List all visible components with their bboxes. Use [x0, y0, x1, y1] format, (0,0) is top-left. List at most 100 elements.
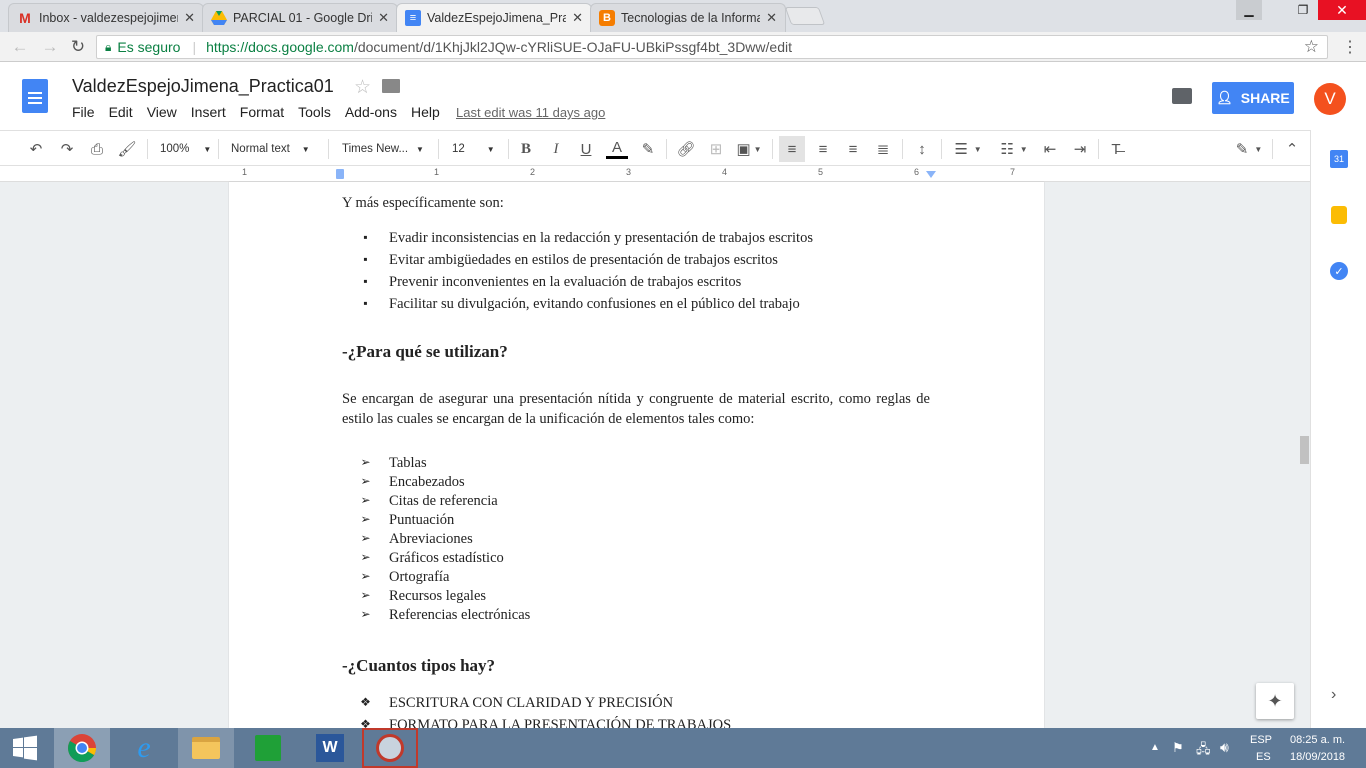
close-icon[interactable]: ✕	[766, 10, 777, 26]
comments-icon[interactable]	[1172, 88, 1192, 104]
flag-icon[interactable]: ⚑	[1172, 740, 1184, 756]
align-center-icon[interactable]: ≡	[813, 139, 833, 159]
bookmark-star-icon[interactable]: ☆	[1304, 37, 1319, 57]
menu-file[interactable]: File	[72, 104, 95, 120]
taskbar-chrome[interactable]	[54, 728, 110, 768]
gmail-icon: M	[19, 10, 31, 26]
collapse-menu-icon[interactable]: ⌃	[1282, 139, 1302, 159]
menu-tools[interactable]: Tools	[298, 104, 331, 120]
menu-addons[interactable]: Add-ons	[345, 104, 397, 120]
close-icon[interactable]: ✕	[378, 10, 389, 26]
ruler-area[interactable]: 1 1 2 3 4 5 6 7	[228, 166, 1044, 181]
close-window-button[interactable]: ✕	[1318, 0, 1366, 20]
browser-tabstrip: M Inbox - valdezespejojimena ✕ PARCIAL 0…	[0, 0, 1366, 32]
folder-icon[interactable]	[382, 79, 400, 93]
style-select[interactable]: Normal text ▼	[231, 139, 317, 159]
align-right-icon[interactable]: ≡	[843, 139, 863, 159]
show-hidden-icons[interactable]: ▲	[1150, 742, 1160, 753]
snipping-tool-icon	[376, 734, 404, 762]
reload-icon[interactable]: ↻	[68, 37, 88, 57]
taskbar-store[interactable]	[240, 728, 296, 768]
menu-insert[interactable]: Insert	[191, 104, 226, 120]
menu-edit[interactable]: Edit	[109, 104, 133, 120]
zoom-select[interactable]: 100% ▼	[160, 139, 212, 159]
paragraph-usage: Se encargan de asegurar una presentación…	[342, 391, 930, 427]
left-indent-marker[interactable]	[336, 169, 344, 179]
insert-image-icon[interactable]: ▣ ▼	[734, 139, 764, 159]
document-page[interactable]: Y más específicamente son: ▪ Evadir incon…	[229, 182, 1044, 733]
new-tab-button[interactable]	[784, 7, 826, 25]
print-icon[interactable]: ⎙	[87, 139, 107, 159]
address-bar[interactable]: 🔒︎ Es seguro | https://docs.google.com /…	[96, 35, 1328, 59]
align-left-icon[interactable]: ≡	[779, 136, 805, 162]
taskbar-explorer[interactable]	[178, 728, 234, 768]
scrollbar-thumb[interactable]	[1300, 436, 1309, 464]
list-item: ➢ Referencias electrónicas	[360, 607, 531, 623]
star-icon[interactable]: ☆	[354, 76, 371, 99]
taskbar-ie[interactable]: e	[116, 728, 172, 768]
tab-gmail[interactable]: M Inbox - valdezespejojimena ✕	[8, 3, 204, 32]
right-indent-marker[interactable]	[926, 171, 936, 178]
link-icon[interactable]: 🔗︎	[676, 139, 696, 159]
chevron-right-icon[interactable]: ›	[1331, 686, 1336, 704]
explore-button[interactable]: ✦	[1256, 683, 1294, 719]
clock-time[interactable]: 08:25 a. m.	[1290, 734, 1345, 746]
font-size-select[interactable]: 12 ▼	[452, 139, 500, 159]
paint-format-icon[interactable]: 🖌︎	[117, 139, 137, 159]
tab-docs[interactable]: ≡ ValdezEspejoJimena_Practica01 ✕	[396, 3, 592, 32]
clock-date[interactable]: 18/09/2018	[1290, 751, 1345, 763]
list-item: ❖ ESCRITURA CON CLARIDAD Y PRECISIÓN	[360, 695, 674, 711]
underline-icon[interactable]: U	[576, 139, 596, 159]
language-indicator[interactable]: ESP	[1250, 734, 1272, 746]
line-spacing-icon[interactable]: ↕	[911, 139, 933, 159]
heading-para-que: -¿Para qué se utilizan?	[342, 342, 508, 361]
close-icon[interactable]: ✕	[184, 10, 195, 26]
maximize-button[interactable]: ❐	[1290, 0, 1316, 20]
font-select[interactable]: Times New... ▼	[342, 139, 426, 159]
bold-icon[interactable]: B	[516, 139, 536, 159]
document-title[interactable]: ValdezEspejoJimena_Practica01	[72, 76, 334, 97]
menu-view[interactable]: View	[147, 104, 177, 120]
tasks-icon[interactable]: ✓	[1330, 262, 1348, 280]
list-item: ➢ Puntuación	[360, 512, 455, 528]
list-item: ▪ Prevenir inconvenientes en la evaluació…	[363, 274, 742, 290]
decrease-indent-icon[interactable]: ⇤	[1040, 139, 1060, 159]
list-item: ➢ Abreviaciones	[360, 531, 473, 547]
clear-formatting-icon[interactable]: T̶	[1106, 139, 1126, 159]
italic-icon[interactable]: I	[546, 139, 566, 159]
undo-icon[interactable]: ↶	[26, 139, 46, 159]
keyboard-indicator[interactable]: ES	[1256, 751, 1271, 763]
editing-mode-icon[interactable]: ✎ ▼	[1232, 139, 1266, 159]
tab-drive[interactable]: PARCIAL 01 - Google Drive ✕	[202, 3, 398, 32]
add-comment-icon[interactable]: ⊞	[706, 139, 726, 159]
menu-format[interactable]: Format	[240, 104, 284, 120]
internet-explorer-icon: e	[137, 731, 151, 764]
network-icon[interactable]: 🖧︎	[1196, 740, 1211, 762]
start-button[interactable]	[0, 728, 50, 768]
keep-icon[interactable]	[1331, 206, 1347, 224]
taskbar-word[interactable]: W	[302, 728, 358, 768]
share-button[interactable]: 👤︎ SHARE	[1212, 82, 1294, 114]
bulleted-list-icon[interactable]: ☷ ▼	[996, 139, 1032, 159]
highlight-icon[interactable]: ✎	[638, 139, 658, 159]
tab-blogger[interactable]: B Tecnologias de la Información ✕	[590, 3, 786, 32]
text-color-icon[interactable]: A	[606, 139, 628, 159]
avatar[interactable]: V	[1314, 83, 1346, 115]
back-icon[interactable]: ←	[10, 37, 30, 57]
numbered-list-icon[interactable]: ☰ ▼	[950, 139, 986, 159]
docs-home-icon[interactable]	[22, 79, 48, 113]
chevron-down-icon: ▼	[203, 144, 212, 154]
increase-indent-icon[interactable]: ⇥	[1070, 139, 1090, 159]
calendar-icon[interactable]: 31	[1330, 150, 1348, 168]
last-edit-link[interactable]: Last edit was 11 days ago	[456, 105, 605, 120]
align-justify-icon[interactable]: ≣	[873, 139, 893, 159]
close-icon[interactable]: ✕	[572, 10, 583, 26]
volume-icon[interactable]: 🔊︎	[1220, 739, 1229, 756]
forward-icon[interactable]: →	[40, 37, 60, 57]
list-item: ➢ Recursos legales	[360, 588, 487, 604]
chrome-menu-icon[interactable]: ⋮	[1340, 37, 1360, 57]
minimize-button[interactable]: ▁	[1236, 0, 1262, 20]
menu-help[interactable]: Help	[411, 104, 440, 120]
redo-icon[interactable]: ↷	[57, 139, 77, 159]
taskbar-snipping[interactable]	[362, 728, 418, 768]
